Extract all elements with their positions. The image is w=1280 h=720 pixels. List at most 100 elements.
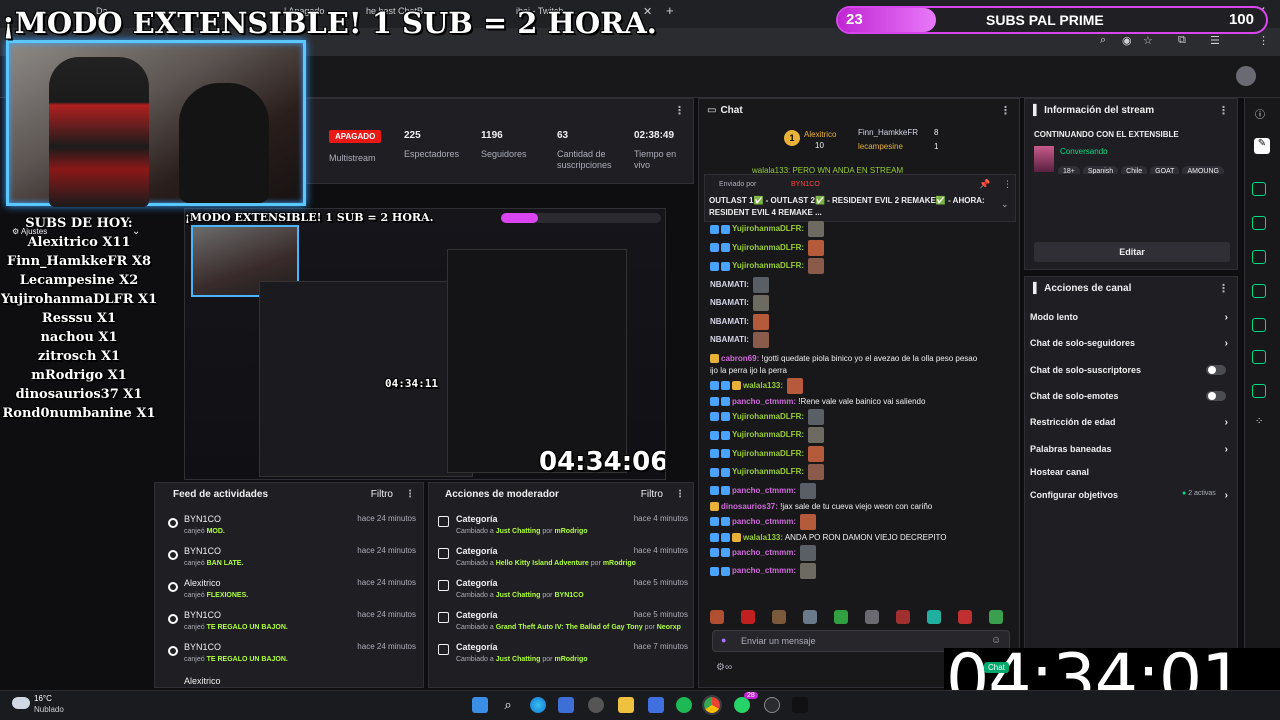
search-icon[interactable]: ⌕ (500, 697, 516, 713)
emote-shortcut-icon[interactable] (803, 610, 817, 624)
store-icon[interactable] (558, 697, 574, 713)
emote-shortcut-icon[interactable] (772, 610, 786, 624)
chevron-right-icon[interactable]: › (1225, 444, 1228, 455)
pinned-menu-icon[interactable]: ⋮ (1003, 179, 1012, 190)
notes-icon[interactable] (1252, 250, 1266, 264)
channel-action-row[interactable]: Restricción de edad › (1030, 417, 1236, 431)
session-menu-icon[interactable]: ⋮ (674, 104, 685, 117)
chat-username[interactable]: YujirohanmaDLFR: (732, 224, 804, 233)
mod-action-item[interactable]: Categoría Cambiado a Just Chatting por mR… (432, 514, 694, 546)
activity-filter-button[interactable]: Filtro (371, 489, 393, 500)
activity-menu-icon[interactable]: ⋮ (405, 489, 415, 500)
whatsapp-icon[interactable] (734, 697, 750, 713)
add-action-icon[interactable]: ⁘ (1255, 416, 1263, 427)
chat-message[interactable]: walala133: (710, 377, 1010, 394)
epic-icon[interactable] (792, 697, 808, 713)
channel-action-row[interactable]: Chat de solo-suscriptores (1030, 365, 1236, 379)
chat-settings-icon[interactable]: ⚙∞ (716, 662, 732, 673)
channel-action-row[interactable]: Chat de solo-seguidores › (1030, 338, 1236, 352)
chat-message[interactable]: YujirohanmaDLFR: (710, 221, 1010, 237)
tag-item[interactable]: 18+ (1058, 166, 1080, 174)
chat-message[interactable]: pancho_ctmmm: (710, 513, 1010, 530)
chat-username[interactable]: YujirohanmaDLFR: (732, 467, 804, 476)
chat-username[interactable]: pancho_ctmmm: (732, 566, 796, 575)
chat-message[interactable]: NBAMATI: (710, 313, 1010, 330)
chat-username[interactable]: YujirohanmaDLFR: (732, 243, 804, 252)
edit-button[interactable]: Editar (1034, 242, 1230, 262)
channel-action-row[interactable]: Hostear canal (1030, 467, 1236, 481)
channel-action-row[interactable]: Modo lento › (1030, 312, 1236, 326)
emote-shortcut-icon[interactable] (741, 610, 755, 624)
edit-pencil-icon[interactable]: ✎ (1254, 138, 1270, 154)
channel-action-row[interactable]: Chat de solo-emotes (1030, 391, 1236, 405)
start-icon[interactable] (472, 697, 488, 713)
chat-message[interactable]: NBAMATI: (710, 276, 1010, 293)
leader-1-name[interactable]: Alexitrico (804, 130, 836, 139)
chat-username[interactable]: YujirohanmaDLFR: (732, 412, 804, 421)
word-icon[interactable] (648, 697, 664, 713)
emote-shortcut-icon[interactable] (710, 610, 724, 624)
chat-username[interactable]: NBAMATI: (710, 298, 749, 307)
mod-action-item[interactable]: Categoría Cambiado a Just Chatting por mR… (432, 642, 694, 674)
activity-item[interactable]: Alexitrico canjeó FLEXIONES. hace 24 minut… (160, 578, 422, 610)
activity-item[interactable]: BYN1CO canjeó MOD. hace 24 minutos (160, 514, 422, 546)
browser-menu-icon[interactable]: ⋮ (1258, 34, 1269, 47)
steam-icon[interactable] (764, 697, 780, 713)
chat-message[interactable]: YujirohanmaDLFR: (710, 464, 1010, 480)
mod-action-item[interactable]: Categoría Cambiado a Just Chatting por BY… (432, 578, 694, 610)
extensions-icon[interactable]: ⧉ (1178, 34, 1186, 47)
info-icon[interactable]: ⓘ (1255, 106, 1265, 121)
bookmark-star-icon[interactable]: ☆ (1143, 34, 1153, 47)
chat-username[interactable]: pancho_ctmmm: (732, 517, 796, 526)
chevron-right-icon[interactable]: › (1225, 490, 1228, 501)
tag-item[interactable]: AMOUNG (1182, 166, 1224, 174)
tag-item[interactable]: Chile (1121, 166, 1148, 174)
new-tab-icon[interactable]: + (666, 3, 674, 18)
bolt-icon[interactable] (1252, 216, 1266, 230)
emote-shortcut-icon[interactable] (927, 610, 941, 624)
chat-message[interactable]: YujirohanmaDLFR: (710, 427, 1010, 443)
mod-filter-button[interactable]: Filtro (641, 489, 663, 500)
chat-message[interactable]: YujirohanmaDLFR: (710, 239, 1010, 256)
mod-action-item[interactable]: Categoría Cambiado a Hello Kitty Island A… (432, 546, 694, 578)
chat-message[interactable]: pancho_ctmmm: (710, 563, 1010, 579)
pinned-user[interactable]: BYN1CO (791, 181, 820, 188)
toggle-switch[interactable] (1206, 391, 1226, 401)
leader-2-name[interactable]: Finn_HamkkeFR (858, 128, 918, 137)
chat-username[interactable]: pancho_ctmmm: (732, 486, 796, 495)
activity-item[interactable]: BYN1CO canjeó TE REGALO UN BAJON. hace 24 … (160, 610, 422, 642)
chat-message[interactable]: NBAMATI: (710, 332, 1010, 348)
chrome-icon[interactable] (702, 695, 722, 715)
zoom-icon[interactable]: ⌕ (1100, 34, 1106, 47)
emote-shortcut-icon[interactable] (834, 610, 848, 624)
chat-username[interactable]: pancho_ctmmm: (732, 397, 796, 406)
chat-message[interactable]: pancho_ctmmm: (710, 544, 1010, 561)
tools-icon[interactable] (1252, 384, 1266, 398)
layout-icon[interactable] (1252, 350, 1266, 364)
edge-icon[interactable] (530, 697, 546, 713)
chat-message[interactable]: ijo la perra ijo la perra (710, 365, 1010, 377)
multistream-label[interactable]: Multistream (329, 153, 376, 163)
emote-shortcut-icon[interactable] (865, 610, 879, 624)
category-name[interactable]: Conversando (1060, 147, 1108, 156)
stream-preview[interactable]: 04:34:11 04:34:06 ¡MODO EXTENSIBLE! 1 SU… (184, 208, 666, 480)
chat-username[interactable]: YujirohanmaDLFR: (732, 261, 804, 270)
chat-message[interactable]: cabron69: !gotti quedate piola binico yo… (710, 353, 1010, 365)
user-avatar[interactable] (1236, 66, 1256, 86)
chat-username[interactable]: dinosaurios37: (721, 502, 778, 511)
leader-3-name[interactable]: lecampesine (858, 142, 903, 151)
stream-info-menu-icon[interactable]: ⋮ (1218, 104, 1229, 117)
chat-menu-icon[interactable]: ⋮ (1000, 104, 1011, 117)
chevron-right-icon[interactable]: › (1225, 338, 1228, 349)
clip-icon[interactable] (1252, 182, 1266, 196)
mod-menu-icon[interactable]: ⋮ (675, 489, 685, 500)
chat-message[interactable]: NBAMATI: (710, 295, 1010, 311)
pinned-expand-icon[interactable]: ⌄ (1001, 199, 1009, 210)
chevron-right-icon[interactable]: › (1225, 312, 1228, 323)
folder-icon[interactable] (618, 697, 634, 713)
chat-message[interactable]: YujirohanmaDLFR: (710, 258, 1010, 274)
chat-username[interactable]: pancho_ctmmm: (732, 548, 796, 557)
channel-actions-menu-icon[interactable]: ⋮ (1218, 282, 1229, 295)
chat-username[interactable]: YujirohanmaDLFR: (732, 449, 804, 458)
ajustes-label[interactable]: ⚙ Ajustes (12, 227, 47, 236)
